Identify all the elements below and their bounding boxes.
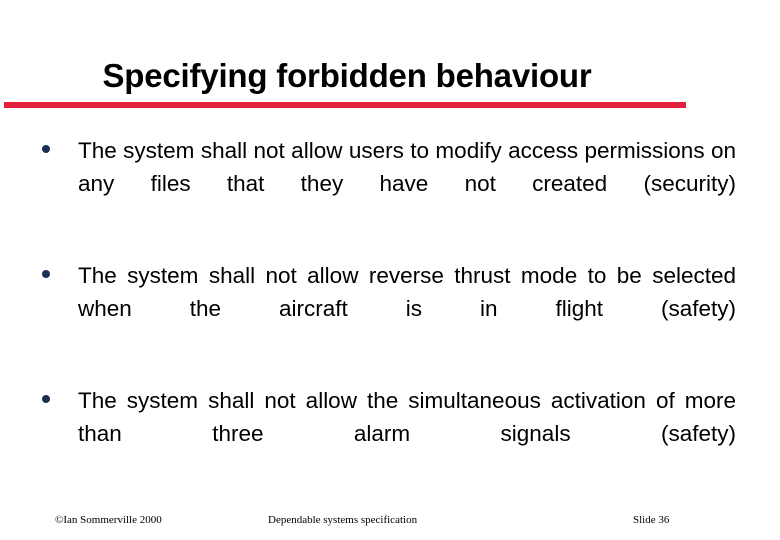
list-item: The system shall not allow reverse thrus…	[0, 259, 780, 358]
footer-copyright: ©Ian Sommerville 2000	[55, 514, 162, 526]
slide-canvas: Specifying forbidden behaviour The syste…	[0, 0, 780, 540]
list-item-text: The system shall not allow users to modi…	[78, 138, 736, 196]
footer-subject: Dependable systems specification	[268, 514, 418, 526]
list-item: The system shall not allow users to modi…	[0, 134, 780, 233]
list-item: The system shall not allow the simultane…	[0, 384, 780, 483]
bullet-point-icon	[42, 395, 50, 403]
slide-footer: ©Ian Sommerville 2000 Dependable systems…	[0, 514, 780, 534]
title-underline-rule	[4, 102, 686, 108]
bullet-point-icon	[42, 145, 50, 153]
page-title: Specifying forbidden behaviour	[102, 57, 592, 94]
bullet-list: The system shall not allow users to modi…	[0, 134, 780, 483]
title-block: Specifying forbidden behaviour	[0, 56, 690, 108]
list-item-text: The system shall not allow the simultane…	[78, 388, 736, 446]
list-item-text: The system shall not allow reverse thrus…	[78, 263, 736, 321]
footer-slide-number: Slide 36	[633, 514, 670, 526]
bullet-point-icon	[42, 270, 50, 278]
